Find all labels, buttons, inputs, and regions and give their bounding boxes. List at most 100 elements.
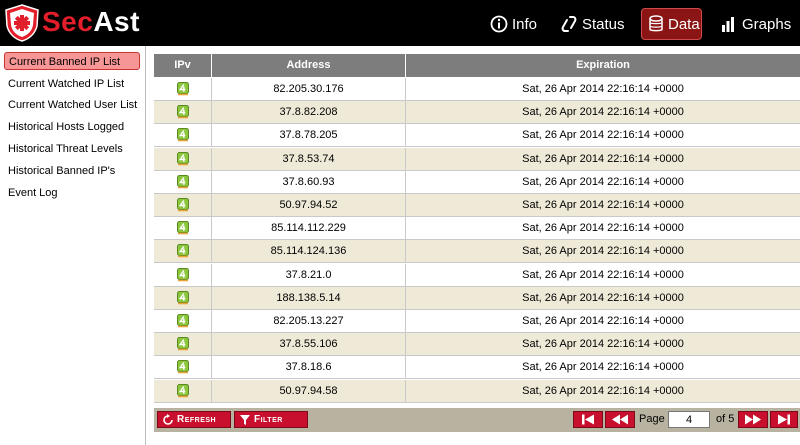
ipv-cell <box>154 217 212 240</box>
ipv4-icon <box>177 360 189 374</box>
expiration-cell: Sat, 26 Apr 2014 22:16:14 +0000 <box>522 338 684 351</box>
ipv4-icon <box>177 151 189 165</box>
page-number-input[interactable] <box>668 411 710 428</box>
ipv-cell <box>154 333 212 356</box>
ipv4-icon <box>177 383 189 397</box>
sidebar-item-current-watched-ip-list[interactable]: Current Watched IP List <box>4 75 140 93</box>
table-row[interactable]: 37.8.78.205 Sat, 26 Apr 2014 22:16:14 +00… <box>154 124 800 148</box>
next-page-button[interactable] <box>738 411 768 428</box>
nav-info-label: Info <box>512 15 538 33</box>
address-cell: 85.114.112.229 <box>212 217 406 240</box>
last-page-button[interactable] <box>770 411 798 428</box>
table-header: IPv Address Expiration <box>154 54 800 77</box>
ipv4-icon <box>177 267 189 281</box>
expiration-cell: Sat, 26 Apr 2014 22:16:14 +0000 <box>522 315 684 327</box>
ipv-cell <box>154 101 212 124</box>
ipv4-icon <box>177 290 189 305</box>
ipv-cell <box>154 170 212 193</box>
expiration-cell: Sat, 26 Apr 2014 22:16:14 +0000 <box>522 175 684 188</box>
address-cell: 85.114.124.136 <box>212 240 406 263</box>
ipv-cell <box>154 147 212 170</box>
nav-data[interactable]: Data <box>641 8 702 40</box>
next-page-icon <box>745 414 761 425</box>
previous-page-icon <box>612 414 628 425</box>
ipv-cell <box>154 240 212 263</box>
ipv4-icon <box>177 221 189 235</box>
nav-status-label: Status <box>582 15 625 33</box>
nav-graphs[interactable]: Graphs <box>720 8 791 40</box>
ipv-cell <box>154 379 212 402</box>
sidebar-item-current-banned-ip-list[interactable]: Current Banned IP List <box>4 52 140 70</box>
nav-status[interactable]: Status <box>560 8 625 40</box>
sidebar-item-current-watched-user-list[interactable]: Current Watched User List <box>4 96 140 114</box>
expiration-cell: Sat, 26 Apr 2014 22:16:14 +0000 <box>522 384 684 397</box>
ipv4-icon <box>177 174 189 189</box>
page-count-label: of 5 <box>716 413 735 425</box>
table-row[interactable]: 50.97.94.52 Sat, 26 Apr 2014 22:16:14 +00… <box>154 194 800 217</box>
sidebar: Current Banned IP List Current Watched I… <box>0 46 146 445</box>
previous-page-button[interactable] <box>605 411 635 428</box>
table-row[interactable]: 37.8.55.106 Sat, 26 Apr 2014 22:16:14 +00… <box>154 333 800 357</box>
expiration-cell: Sat, 26 Apr 2014 22:16:14 +0000 <box>522 268 684 281</box>
ipv-cell <box>154 310 212 332</box>
table-row[interactable]: 85.114.112.229 Sat, 26 Apr 2014 22:16:14 … <box>154 217 800 241</box>
bar-chart-icon <box>722 17 734 32</box>
address-cell: 82.205.30.176 <box>212 78 406 100</box>
table-row[interactable]: 82.205.13.227 Sat, 26 Apr 2014 22:16:14 +… <box>154 310 800 333</box>
first-page-icon <box>582 414 594 425</box>
expiration-cell: Sat, 26 Apr 2014 22:16:14 +0000 <box>522 129 684 142</box>
table-row[interactable]: 50.97.94.58 Sat, 26 Apr 2014 22:16:14 +00… <box>154 379 800 403</box>
table-row[interactable]: 82.205.30.176 Sat, 26 Apr 2014 22:16:14 +… <box>154 78 800 101</box>
ipv-cell <box>154 286 212 309</box>
nav-graphs-label: Graphs <box>742 15 792 33</box>
nav-data-label: Data <box>668 15 700 33</box>
address-cell: 82.205.13.227 <box>212 310 406 332</box>
address-cell: 50.97.94.52 <box>212 194 406 216</box>
expiration-cell: Sat, 26 Apr 2014 22:16:14 +0000 <box>522 245 684 258</box>
address-cell: 37.8.18.6 <box>212 356 406 379</box>
address-cell: 37.8.55.106 <box>212 333 406 356</box>
brand-title: SecAst <box>42 6 140 37</box>
ipv-cell <box>154 263 212 286</box>
ipv4-icon <box>177 337 189 351</box>
address-cell: 37.8.78.205 <box>212 124 406 147</box>
ipv-cell <box>154 194 212 216</box>
expiration-cell: Sat, 26 Apr 2014 22:16:14 +0000 <box>522 152 684 165</box>
refresh-label: Refresh <box>177 414 217 425</box>
nav-info[interactable]: Info <box>490 8 537 40</box>
first-page-button[interactable] <box>573 411 603 428</box>
refresh-icon <box>163 413 173 425</box>
table-row[interactable]: 37.8.53.74 Sat, 26 Apr 2014 22:16:14 +000… <box>154 147 800 171</box>
expiration-cell: Sat, 26 Apr 2014 22:16:14 +0000 <box>522 199 684 211</box>
ipv4-icon <box>177 128 189 142</box>
ipv-cell <box>154 78 212 100</box>
table-row[interactable]: 37.8.18.6 Sat, 26 Apr 2014 22:16:14 +0000 <box>154 356 800 380</box>
table-row[interactable]: 188.138.5.14 Sat, 26 Apr 2014 22:16:14 +0… <box>154 286 800 310</box>
table-row[interactable]: 85.114.124.136 Sat, 26 Apr 2014 22:16:14 … <box>154 240 800 264</box>
table-row[interactable]: 37.8.60.93 Sat, 26 Apr 2014 22:16:14 +000… <box>154 170 800 194</box>
column-header-expiration[interactable]: Expiration <box>406 54 800 77</box>
column-header-ipv[interactable]: IPv <box>154 54 212 77</box>
expiration-cell: Sat, 26 Apr 2014 22:16:14 +0000 <box>522 83 684 95</box>
expiration-cell: Sat, 26 Apr 2014 22:16:14 +0000 <box>522 106 684 119</box>
sidebar-item-historical-threat-levels[interactable]: Historical Threat Levels <box>4 140 140 158</box>
ipv4-icon <box>177 82 189 96</box>
address-cell: 37.8.53.74 <box>212 147 406 170</box>
sidebar-item-historical-banned-ips[interactable]: Historical Banned IP's <box>4 162 140 180</box>
address-cell: 188.138.5.14 <box>212 286 406 309</box>
filter-button[interactable]: Filter <box>234 411 308 428</box>
sidebar-item-historical-hosts-logged[interactable]: Historical Hosts Logged <box>4 118 140 136</box>
table-row[interactable]: 37.8.82.208 Sat, 26 Apr 2014 22:16:14 +00… <box>154 101 800 125</box>
ipv4-icon <box>177 314 189 328</box>
filter-icon <box>240 414 250 425</box>
sidebar-item-event-log[interactable]: Event Log <box>4 184 140 202</box>
table-row[interactable]: 37.8.21.0 Sat, 26 Apr 2014 22:16:14 +0000 <box>154 263 800 287</box>
column-header-address[interactable]: Address <box>212 54 406 77</box>
filter-label: Filter <box>254 414 283 425</box>
refresh-button[interactable]: Refresh <box>157 411 231 428</box>
page-label: Page <box>639 413 665 425</box>
expiration-cell: Sat, 26 Apr 2014 22:16:14 +0000 <box>522 222 684 235</box>
address-cell: 37.8.60.93 <box>212 170 406 193</box>
address-cell: 37.8.21.0 <box>212 263 406 286</box>
ipv4-icon <box>177 105 189 119</box>
